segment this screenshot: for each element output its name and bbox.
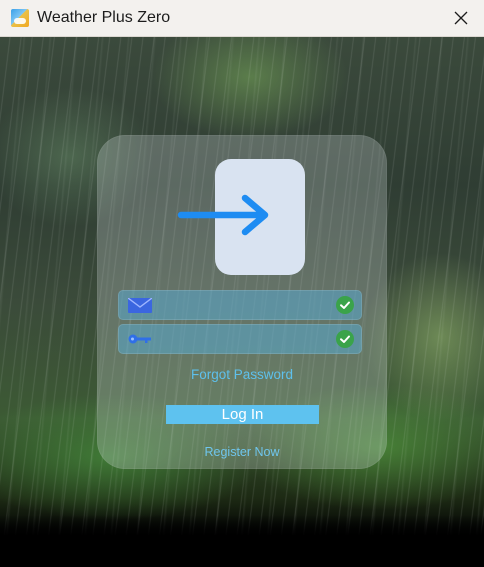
password-input[interactable] bbox=[158, 324, 332, 356]
username-input[interactable] bbox=[158, 290, 332, 322]
app-window: Weather Plus Zero Forgot Password Log In… bbox=[0, 0, 484, 567]
key-icon bbox=[128, 334, 151, 344]
check-circle-icon bbox=[336, 296, 354, 314]
password-field[interactable] bbox=[118, 324, 362, 356]
register-link[interactable]: Register Now bbox=[97, 445, 387, 459]
weather-app-icon bbox=[11, 9, 29, 27]
close-icon bbox=[454, 11, 468, 25]
login-card: Forgot Password Log In Register Now bbox=[97, 135, 387, 469]
login-arrow-icon bbox=[177, 194, 269, 236]
login-button[interactable]: Log In bbox=[166, 405, 319, 424]
username-field[interactable] bbox=[118, 290, 362, 322]
window-title: Weather Plus Zero bbox=[37, 9, 171, 26]
email-icon bbox=[128, 298, 152, 313]
forgot-password-link[interactable]: Forgot Password bbox=[97, 367, 387, 382]
title-bar: Weather Plus Zero bbox=[0, 0, 484, 37]
rain-background: Forgot Password Log In Register Now bbox=[0, 37, 484, 567]
check-circle-icon bbox=[336, 330, 354, 348]
close-button[interactable] bbox=[438, 0, 484, 36]
